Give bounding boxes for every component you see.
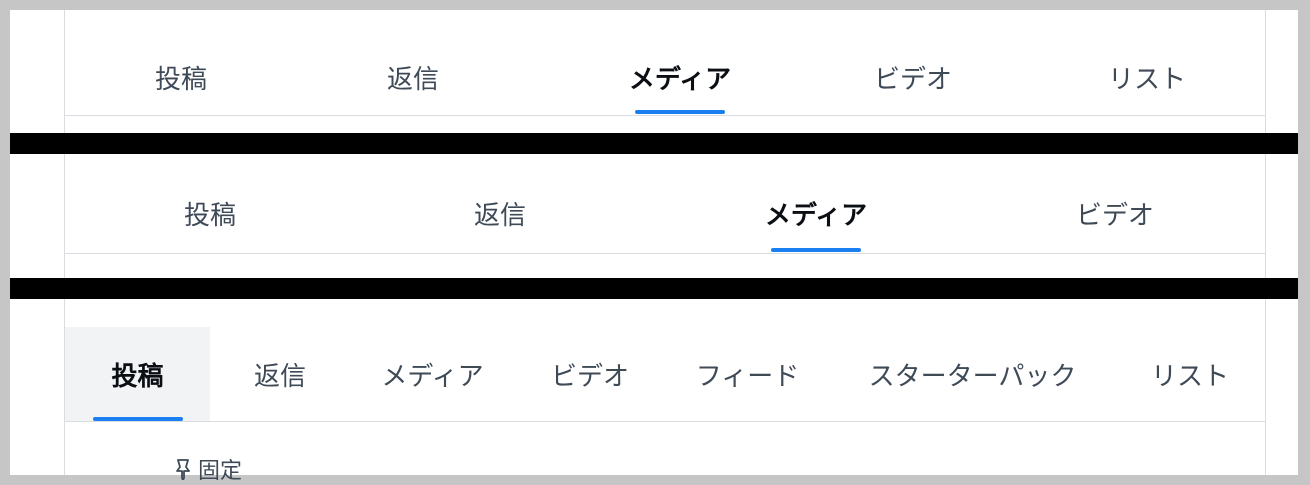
profile-tabs-panel-full: 投稿 返信 メディア ビデオ フィード スターターパック リスト bbox=[10, 299, 1298, 475]
pin-icon bbox=[176, 459, 190, 480]
tab-label: リスト bbox=[1107, 64, 1186, 95]
tab-posts[interactable]: 投稿 bbox=[65, 40, 297, 114]
tab-bar-bottom-border bbox=[64, 115, 1266, 116]
tab-label: 返信 bbox=[386, 64, 439, 95]
tab-label: ビデオ bbox=[550, 361, 629, 392]
tab-media[interactable]: メディア bbox=[565, 40, 795, 114]
tab-label: 投稿 bbox=[183, 200, 236, 231]
active-tab-indicator bbox=[635, 110, 725, 114]
tab-video[interactable]: ビデオ bbox=[965, 174, 1265, 252]
tab-bar: 投稿 返信 メディア ビデオ bbox=[65, 174, 1265, 252]
tab-lists[interactable]: リスト bbox=[1115, 327, 1265, 421]
tab-label: フィード bbox=[695, 361, 800, 392]
tab-replies[interactable]: 返信 bbox=[355, 174, 645, 252]
active-tab-indicator bbox=[771, 248, 861, 252]
tab-bar: 投稿 返信 メディア ビデオ フィード スターターパック リスト bbox=[65, 327, 1265, 421]
tab-media[interactable]: メディア bbox=[671, 174, 961, 252]
tab-label: スターターパック bbox=[868, 361, 1077, 392]
tab-video[interactable]: ビデオ bbox=[797, 40, 1029, 114]
profile-tabs-panel-wide: 投稿 返信 メディア ビデオ リスト bbox=[10, 10, 1298, 133]
tab-posts[interactable]: 投稿 bbox=[65, 327, 210, 421]
tab-label: ビデオ bbox=[873, 64, 952, 95]
tab-label: ビデオ bbox=[1075, 200, 1154, 231]
tab-media[interactable]: メディア bbox=[350, 327, 515, 421]
tab-label: メディア bbox=[628, 64, 732, 95]
separator-bar bbox=[10, 278, 1298, 299]
tab-label: 投稿 bbox=[154, 64, 207, 95]
tab-bar-bottom-border bbox=[64, 253, 1266, 254]
pinned-post-header: 固定 bbox=[174, 453, 242, 485]
tab-feeds[interactable]: フィード bbox=[665, 327, 830, 421]
tab-bar-bottom-border bbox=[64, 421, 1266, 422]
right-border bbox=[1265, 299, 1266, 475]
tab-label: リスト bbox=[1150, 361, 1229, 392]
screenshot-frame: 投稿 返信 メディア ビデオ リスト 投稿 返信 メディア ビデオ 投稿 返信 … bbox=[10, 10, 1298, 484]
tab-label: 投稿 bbox=[111, 361, 164, 392]
profile-tabs-panel-medium: 投稿 返信 メディア ビデオ bbox=[10, 154, 1298, 278]
tab-replies[interactable]: 返信 bbox=[210, 327, 350, 421]
pinned-label: 固定 bbox=[198, 459, 243, 484]
tab-starter-packs[interactable]: スターターパック bbox=[830, 327, 1115, 421]
tab-posts[interactable]: 投稿 bbox=[65, 174, 355, 252]
right-border bbox=[1265, 154, 1266, 278]
tab-video[interactable]: ビデオ bbox=[515, 327, 665, 421]
tab-bar: 投稿 返信 メディア ビデオ リスト bbox=[65, 40, 1265, 114]
tab-replies[interactable]: 返信 bbox=[297, 40, 529, 114]
separator-bar bbox=[10, 133, 1298, 154]
tab-label: メディア bbox=[381, 361, 484, 392]
tab-label: 返信 bbox=[253, 361, 306, 392]
tab-label: メディア bbox=[764, 200, 868, 231]
tab-label: 返信 bbox=[473, 200, 526, 231]
tab-lists[interactable]: リスト bbox=[1029, 40, 1265, 114]
